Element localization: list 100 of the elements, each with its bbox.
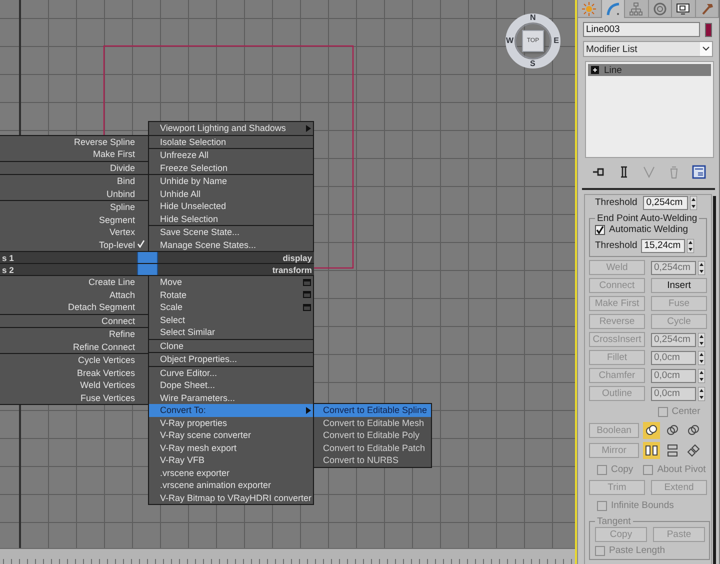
- spinner-arrows-icon[interactable]: [698, 368, 705, 382]
- monitor-icon: [676, 2, 690, 16]
- menu-item[interactable]: Cycle Vertices: [0, 354, 148, 366]
- menu-item[interactable]: Fuse Vertices: [0, 392, 148, 404]
- spinner-arrows-icon[interactable]: [698, 332, 705, 346]
- menu-item-label: Spline: [110, 202, 135, 212]
- spinner-arrows-icon[interactable]: [698, 386, 705, 400]
- menu-item[interactable]: Bind: [0, 175, 148, 188]
- menu-item[interactable]: Viewport Lighting and Shadows: [149, 122, 313, 134]
- menu-item-label: Move: [160, 277, 182, 288]
- hammer-icon: [700, 2, 714, 16]
- menu-item[interactable]: Isolate Selection: [149, 136, 313, 148]
- color-swatch[interactable]: [705, 22, 712, 36]
- menu-item[interactable]: Unhide by Name: [149, 175, 313, 188]
- toggle-button[interactable]: [643, 442, 660, 459]
- toggle-button[interactable]: [643, 422, 660, 439]
- menu-item[interactable]: V-Ray properties: [149, 416, 313, 429]
- checkbox[interactable]: [595, 224, 605, 234]
- menu-item[interactable]: Attach: [0, 288, 148, 301]
- rings-icon: [666, 424, 679, 437]
- menu-item[interactable]: Detach Segment: [0, 301, 148, 314]
- spinner-field[interactable]: 15,24cm: [641, 238, 686, 252]
- compass-label: E: [554, 37, 559, 45]
- object-name-field[interactable]: Line003: [583, 22, 700, 37]
- menu-item[interactable]: Unfreeze All: [149, 149, 313, 162]
- menu-item[interactable]: Create Line: [0, 276, 148, 288]
- expand-icon[interactable]: [591, 66, 599, 74]
- menu-item[interactable]: Hide Selection: [149, 212, 313, 225]
- menu-item[interactable]: Reverse Spline: [0, 136, 148, 148]
- menu-item[interactable]: Save Scene State...: [149, 226, 313, 238]
- menu-item[interactable]: Weld Vertices: [0, 379, 148, 392]
- menu-item[interactable]: Clone: [149, 340, 313, 352]
- menu-item[interactable]: Top-level: [0, 238, 148, 251]
- menu-item[interactable]: V-Ray Bitmap to VRayHDRI converter: [149, 492, 313, 504]
- stack-item[interactable]: Line: [588, 64, 711, 76]
- option-box-icon[interactable]: [303, 291, 311, 298]
- toggle-button[interactable]: [685, 442, 702, 459]
- menu-item[interactable]: Select Similar: [149, 326, 313, 338]
- menu-item[interactable]: Scale: [149, 301, 313, 314]
- quad-header: transform: [158, 264, 314, 275]
- submenu-arrow-icon: [306, 124, 311, 132]
- menu-item[interactable]: Hide Unselected: [149, 200, 313, 212]
- menu-item[interactable]: Spline: [0, 201, 148, 214]
- menu-item[interactable]: .vrscene animation exporter: [149, 479, 313, 492]
- menu-item-label: Rotate: [160, 290, 187, 300]
- menu-item[interactable]: Dope Sheet...: [149, 379, 313, 392]
- spinner-arrows-icon[interactable]: [690, 196, 698, 210]
- menu-item[interactable]: Connect: [0, 314, 148, 327]
- submenu-item[interactable]: Convert to Editable Mesh: [314, 416, 431, 429]
- menu-item[interactable]: Manage Scene States...: [149, 238, 313, 251]
- rings-icon: [687, 424, 700, 437]
- compass-label: W: [506, 37, 514, 45]
- menu-item[interactable]: Unbind: [0, 188, 148, 200]
- checkbox-label: Copy: [611, 464, 634, 475]
- menu-item[interactable]: V-Ray mesh export: [149, 442, 313, 454]
- menu-item[interactable]: Convert To:: [149, 404, 313, 416]
- rings-icon: [645, 424, 658, 437]
- group-title: End Point Auto-Welding: [596, 213, 698, 224]
- menu-item[interactable]: Unhide All: [149, 188, 313, 200]
- menu-item[interactable]: Move: [149, 276, 313, 288]
- spinner-arrows-icon[interactable]: [687, 238, 694, 252]
- menu-item-label: Top-level: [98, 240, 135, 250]
- modifier-dropdown[interactable]: Modifier List: [583, 41, 713, 57]
- menu-item[interactable]: Make First: [0, 148, 148, 160]
- menu-item[interactable]: Object Properties...: [149, 353, 313, 366]
- option-box-icon[interactable]: [303, 278, 311, 286]
- menu-item[interactable]: Refine: [0, 328, 148, 340]
- menu-item[interactable]: Refine Connect: [0, 340, 148, 353]
- menu-item[interactable]: Segment: [0, 214, 148, 226]
- option-box-icon[interactable]: [303, 304, 311, 311]
- submenu-item[interactable]: Convert to Editable Patch: [314, 442, 431, 454]
- tool-button[interactable]: Insert: [651, 278, 707, 293]
- scrollbar[interactable]: [713, 196, 716, 564]
- menu-item[interactable]: Rotate: [149, 288, 313, 301]
- menu-item-label: Vertex: [109, 227, 135, 238]
- compass-ring[interactable]: [505, 13, 561, 69]
- menu-item[interactable]: Wire Parameters...: [149, 392, 313, 404]
- menu-item[interactable]: Select: [149, 314, 313, 326]
- mirror-horizontal-icon: [645, 444, 658, 457]
- spinner-arrows-icon[interactable]: [698, 260, 705, 274]
- menu-item-label: Segment: [98, 214, 135, 225]
- panel-tab[interactable]: [672, 0, 696, 18]
- menu-item[interactable]: Break Vertices: [0, 366, 148, 379]
- submenu-item[interactable]: Convert to Editable Poly: [314, 429, 431, 442]
- menu-item[interactable]: .vrscene exporter: [149, 466, 313, 479]
- menu-item[interactable]: Vertex: [0, 226, 148, 238]
- menu-item[interactable]: Curve Editor...: [149, 366, 313, 379]
- timeline-ruler[interactable]: [0, 548, 575, 564]
- panel-icon[interactable]: [692, 165, 706, 179]
- menu-item[interactable]: Divide: [0, 162, 148, 174]
- submenu-item[interactable]: Convert to Editable Spline: [314, 404, 431, 416]
- submenu-item[interactable]: Convert to NURBS: [314, 454, 431, 466]
- spinner-field[interactable]: 0,254cm: [643, 196, 688, 210]
- checkbox-label: Infinite Bounds: [611, 500, 674, 511]
- spinner-arrows-icon[interactable]: [698, 350, 705, 364]
- menu-item[interactable]: Freeze Selection: [149, 162, 313, 174]
- field-label: Threshold: [595, 197, 638, 208]
- menu-item[interactable]: V-Ray scene converter: [149, 429, 313, 442]
- menu-item[interactable]: V-Ray VFB: [149, 454, 313, 466]
- hierarchy-icon: [629, 2, 644, 16]
